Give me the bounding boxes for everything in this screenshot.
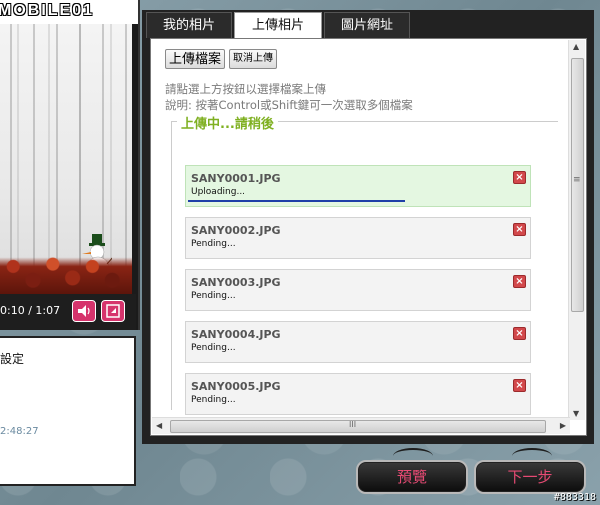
file-name: SANY0002.JPG: [191, 224, 281, 237]
upload-progress-bar: [188, 200, 405, 202]
file-item: SANY0003.JPG Pending... ×: [185, 269, 531, 311]
upload-status-legend: 上傳中...請稍後: [177, 113, 278, 132]
cancel-upload-button[interactable]: 取消上傳: [229, 49, 277, 69]
info-timestamp: 2:48:27: [0, 426, 39, 437]
file-status: Pending...: [191, 395, 236, 405]
video-player: MOBILE01 0:10 / 1:07: [0, 0, 140, 330]
delete-icon[interactable]: ×: [513, 379, 526, 392]
horizontal-scrollbar[interactable]: ◀ III ▶: [152, 417, 570, 434]
fullscreen-button[interactable]: [101, 300, 125, 322]
grip-icon: III: [349, 420, 357, 429]
upload-dialog: 我的相片 上傳相片 圖片網址 上傳檔案 取消上傳 請點選上方按鈕以選擇檔案上傳 …: [142, 10, 594, 444]
delete-icon[interactable]: ×: [513, 275, 526, 288]
file-name: SANY0004.JPG: [191, 328, 281, 341]
next-step-button[interactable]: 下一步: [474, 460, 586, 494]
watermark: #883318: [553, 492, 596, 503]
upload-instructions: 說明: 按著Control或Shift鍵可一次選取多個檔案: [165, 98, 413, 112]
vertical-scrollbar[interactable]: ▲ ≡ ▼: [568, 40, 585, 420]
scroll-left-icon[interactable]: ◀: [156, 421, 162, 430]
scroll-down-icon[interactable]: ▼: [573, 409, 579, 418]
preview-button[interactable]: 預覽: [356, 460, 468, 494]
scroll-up-icon[interactable]: ▲: [573, 42, 579, 51]
file-name: SANY0005.JPG: [191, 380, 281, 393]
upload-content: 上傳檔案 取消上傳 請點選上方按鈕以選擇檔案上傳 說明: 按著Control或S…: [150, 38, 587, 436]
file-status: Uploading...: [191, 187, 246, 197]
file-name: SANY0003.JPG: [191, 276, 281, 289]
player-controls: 0:10 / 1:07: [0, 294, 136, 330]
info-title: 設定: [0, 352, 25, 366]
speaker-icon: [78, 305, 90, 317]
file-item: SANY0005.JPG Pending... ×: [185, 373, 531, 415]
scroll-right-icon[interactable]: ▶: [560, 421, 566, 430]
file-status: Pending...: [191, 343, 236, 353]
volume-button[interactable]: [72, 300, 96, 322]
info-box: 設定 2:48:27: [0, 336, 136, 486]
upload-file-button[interactable]: 上傳檔案: [165, 49, 226, 69]
playback-time: 0:10 / 1:07: [0, 304, 61, 317]
logo-bar: MOBILE01: [0, 0, 138, 24]
upload-hint: 請點選上方按鈕以選擇檔案上傳: [165, 82, 326, 96]
delete-icon[interactable]: ×: [513, 171, 526, 184]
tab-my-photos[interactable]: 我的相片: [146, 12, 232, 38]
site-logo: MOBILE01: [0, 2, 95, 19]
horizontal-scroll-thumb[interactable]: III: [170, 420, 546, 433]
vertical-scroll-thumb[interactable]: ≡: [571, 58, 584, 312]
file-status: Pending...: [191, 291, 236, 301]
file-status: Pending...: [191, 239, 236, 249]
file-item: SANY0002.JPG Pending... ×: [185, 217, 531, 259]
video-frame[interactable]: [0, 24, 132, 294]
tab-upload-photos[interactable]: 上傳相片: [234, 12, 322, 40]
file-item: SANY0004.JPG Pending... ×: [185, 321, 531, 363]
fullscreen-icon: [106, 304, 120, 318]
delete-icon[interactable]: ×: [513, 223, 526, 236]
autumn-leaves: [0, 248, 132, 294]
grip-icon: ≡: [573, 175, 581, 185]
file-name: SANY0001.JPG: [191, 172, 281, 185]
tab-image-url[interactable]: 圖片網址: [324, 12, 410, 38]
file-item: SANY0001.JPG Uploading... ×: [185, 165, 531, 207]
delete-icon[interactable]: ×: [513, 327, 526, 340]
